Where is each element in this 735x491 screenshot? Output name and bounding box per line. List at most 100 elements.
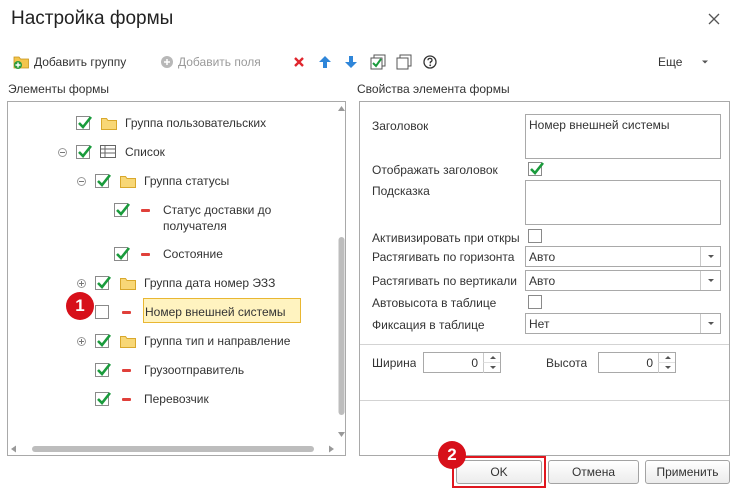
field-icon bbox=[122, 369, 131, 372]
properties-panel: Заголовок Номер внешней системы Отобража… bbox=[359, 101, 730, 456]
cancel-button[interactable]: Отмена bbox=[548, 460, 639, 484]
spin-up-icon[interactable] bbox=[658, 353, 675, 363]
tree-item-label[interactable]: Номер внешней системы bbox=[145, 305, 286, 320]
stretch-vertical-select[interactable]: Авто bbox=[525, 270, 721, 291]
folder-icon bbox=[120, 278, 136, 290]
tree-checkbox[interactable] bbox=[114, 247, 131, 261]
more-label: Еще bbox=[658, 55, 683, 69]
tree-item-label[interactable]: Перевозчик bbox=[144, 392, 209, 407]
checkmark-icon bbox=[78, 145, 93, 158]
field-icon bbox=[122, 398, 131, 401]
arrow-up-icon bbox=[319, 56, 331, 68]
autoheight-checkbox[interactable] bbox=[528, 295, 542, 309]
spin-up-icon[interactable] bbox=[483, 353, 500, 363]
move-up-button[interactable] bbox=[318, 52, 332, 72]
collapse-icon[interactable] bbox=[77, 177, 86, 186]
chevron-down-icon bbox=[702, 60, 709, 64]
tree-checkbox[interactable] bbox=[95, 363, 112, 377]
stretch-horizontal-select[interactable]: Авто bbox=[525, 246, 721, 267]
apply-button[interactable]: Применить bbox=[645, 460, 730, 484]
autoheight-label: Автовысота в таблице bbox=[372, 296, 497, 310]
tree-item-label[interactable]: Грузоотправитель bbox=[144, 363, 244, 378]
dialog-title: Настройка формы bbox=[11, 8, 174, 29]
collapse-icon[interactable] bbox=[58, 148, 67, 157]
ok-button[interactable]: OK bbox=[456, 460, 542, 484]
horizontal-scrollbar[interactable] bbox=[8, 442, 337, 456]
folder-icon bbox=[120, 336, 136, 348]
add-fields-button[interactable]: Добавить поля bbox=[160, 52, 261, 72]
tree-item-label[interactable]: Группа пользовательских bbox=[125, 116, 266, 131]
width-value: 0 bbox=[471, 356, 478, 370]
stretch-vertical-value: Авто bbox=[529, 274, 556, 288]
tree-checkbox[interactable] bbox=[95, 392, 112, 406]
tree-checkbox[interactable] bbox=[95, 305, 109, 319]
stretch-horizontal-label: Растягивать по горизонта bbox=[372, 250, 515, 264]
title-input[interactable]: Номер внешней системы bbox=[525, 114, 721, 159]
form-elements-tree[interactable]: Группа пользовательских Список Группа ст… bbox=[7, 101, 346, 456]
add-group-icon bbox=[13, 56, 29, 69]
tree-item-label[interactable]: Статус доставки до bbox=[163, 203, 271, 218]
delete-icon bbox=[294, 57, 304, 67]
tree-checkbox[interactable] bbox=[95, 276, 112, 290]
spin-down-icon[interactable] bbox=[483, 363, 500, 373]
height-label: Высота bbox=[546, 356, 588, 370]
tree-item-label[interactable]: Список bbox=[125, 145, 165, 160]
vertical-scrollbar[interactable] bbox=[337, 102, 346, 442]
expand-icon[interactable] bbox=[77, 279, 86, 288]
divider bbox=[360, 400, 729, 401]
fix-in-table-value: Нет bbox=[529, 317, 550, 331]
element-properties-heading: Свойства элемента формы bbox=[357, 82, 510, 96]
move-down-button[interactable] bbox=[344, 52, 358, 72]
tree-item-label[interactable]: Группа тип и направление bbox=[144, 334, 290, 349]
folder-icon bbox=[120, 176, 136, 188]
annotation-badge-2: 2 bbox=[438, 441, 466, 469]
activate-checkbox[interactable] bbox=[528, 229, 542, 243]
tree-checkbox[interactable] bbox=[76, 116, 93, 130]
add-fields-label: Добавить поля bbox=[178, 55, 261, 69]
arrow-down-icon bbox=[345, 56, 357, 68]
dropdown-arrow-icon[interactable] bbox=[700, 314, 720, 333]
dropdown-arrow-icon[interactable] bbox=[700, 271, 720, 290]
checkmark-icon bbox=[97, 276, 112, 289]
spin-down-icon[interactable] bbox=[658, 363, 675, 373]
stretch-vertical-label: Растягивать по вертикали bbox=[372, 274, 518, 288]
add-fields-icon bbox=[161, 56, 173, 68]
tree-checkbox[interactable] bbox=[95, 174, 112, 188]
dropdown-arrow-icon[interactable] bbox=[700, 247, 720, 266]
check-all-button[interactable] bbox=[370, 52, 386, 72]
hint-input[interactable] bbox=[525, 180, 721, 225]
expand-icon[interactable] bbox=[77, 337, 86, 346]
checkmark-icon bbox=[530, 162, 545, 175]
close-icon[interactable] bbox=[705, 10, 723, 28]
checkmark-icon bbox=[116, 203, 131, 216]
hint-label: Подсказка bbox=[372, 184, 430, 198]
activate-label: Активизировать при откры bbox=[372, 231, 520, 245]
annotation-badge-1: 1 bbox=[66, 292, 94, 320]
tree-checkbox[interactable] bbox=[76, 145, 93, 159]
checkmark-icon bbox=[78, 116, 93, 129]
height-value: 0 bbox=[646, 356, 653, 370]
tree-item-label[interactable]: Группа дата номер ЭЗЗ bbox=[144, 276, 275, 291]
help-icon bbox=[423, 55, 437, 69]
show-title-checkbox[interactable] bbox=[528, 162, 545, 176]
checkmark-icon bbox=[97, 363, 112, 376]
help-button[interactable] bbox=[423, 52, 437, 72]
delete-button[interactable] bbox=[292, 52, 306, 72]
field-icon bbox=[122, 311, 131, 314]
uncheck-all-button[interactable] bbox=[396, 52, 412, 72]
form-elements-heading: Элементы формы bbox=[8, 82, 110, 96]
more-menu-button[interactable]: Еще bbox=[658, 52, 709, 72]
check-all-icon bbox=[370, 54, 386, 70]
tree-item-label[interactable]: Группа статусы bbox=[144, 174, 229, 189]
width-stepper[interactable]: 0 bbox=[423, 352, 501, 373]
field-icon bbox=[141, 209, 150, 212]
height-stepper[interactable]: 0 bbox=[598, 352, 676, 373]
tree-item-label[interactable]: Состояние bbox=[163, 247, 223, 262]
show-title-label: Отображать заголовок bbox=[372, 163, 498, 177]
fix-in-table-select[interactable]: Нет bbox=[525, 313, 721, 334]
tree-checkbox[interactable] bbox=[114, 203, 131, 217]
title-label: Заголовок bbox=[372, 119, 429, 133]
tree-checkbox[interactable] bbox=[95, 334, 112, 348]
folder-icon bbox=[101, 118, 117, 130]
add-group-button[interactable]: Добавить группу bbox=[13, 52, 126, 72]
